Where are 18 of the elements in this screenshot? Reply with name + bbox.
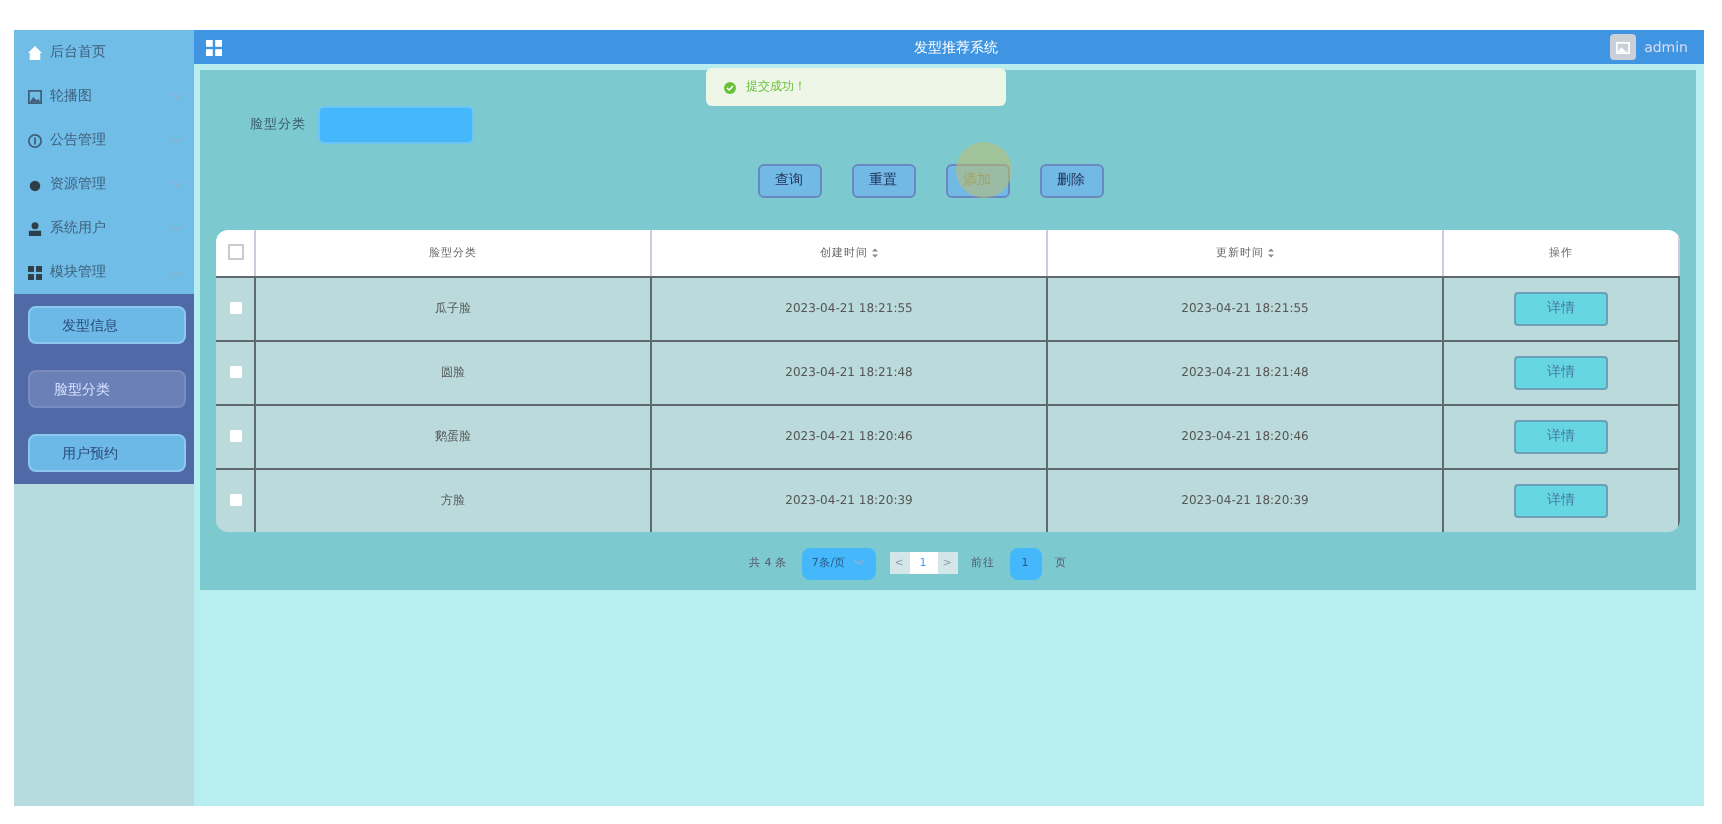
checkbox[interactable] [229, 494, 241, 506]
sort-icon[interactable] [872, 247, 878, 257]
check-icon [724, 81, 736, 93]
search-field[interactable] [318, 106, 474, 144]
info-icon [28, 133, 42, 147]
checkbox[interactable] [229, 302, 241, 314]
user-icon [28, 221, 42, 235]
home-icon [28, 45, 42, 59]
checkbox[interactable] [227, 244, 243, 260]
checkbox[interactable] [229, 430, 241, 442]
sort-icon[interactable] [1268, 247, 1274, 257]
hover-highlight [955, 142, 1011, 198]
image-icon [28, 89, 42, 103]
checkbox[interactable] [229, 366, 241, 378]
avatar-icon[interactable] [1610, 34, 1637, 60]
grid-icon [28, 265, 42, 279]
caret-icon [854, 560, 865, 566]
menu-icon[interactable] [206, 39, 222, 55]
